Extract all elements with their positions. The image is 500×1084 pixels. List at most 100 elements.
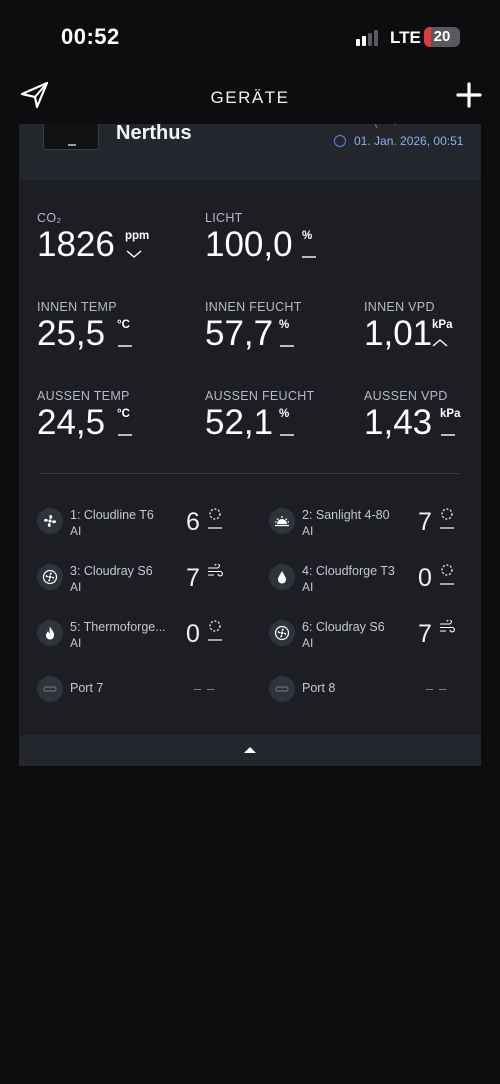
metric-label: CO₂: [37, 211, 62, 225]
metric-value: 25,5: [37, 314, 106, 353]
metric-value: 1,43: [364, 403, 433, 442]
metric-value: 100,0: [205, 225, 293, 264]
port-level: 7: [418, 620, 432, 648]
metric-unit: °C: [117, 319, 130, 331]
metric-unit: kPa: [432, 319, 453, 331]
port-icon-badge: [269, 676, 295, 702]
port-icon-badge: [37, 564, 63, 590]
metric-unit: %: [302, 230, 313, 242]
port-7[interactable]: Port 7 – –: [37, 672, 247, 712]
trend-flat-icon: [118, 345, 132, 347]
battery-icon: 20: [424, 27, 460, 47]
port-4[interactable]: 4: Cloudforge T3 AI 0: [269, 560, 479, 600]
port-name: 4: Cloudforge T3: [302, 564, 395, 578]
metric-value: 1826: [37, 225, 115, 264]
port-name: 6: Cloudray S6: [302, 620, 385, 634]
trend-down-icon: [126, 250, 142, 258]
device-card-header[interactable]: Nerthus 01. Jan. 2026, 00:51: [19, 124, 481, 180]
metric-label: AUSSEN VPD: [364, 389, 448, 403]
port-name: Port 8: [302, 681, 336, 695]
page-title: GERÄTE: [210, 88, 290, 107]
port-level: 7: [418, 508, 432, 536]
port-5[interactable]: 5: Thermoforge... AI 0: [37, 616, 247, 656]
idle-status-icon: [208, 508, 222, 529]
metric-unit: °C: [117, 408, 130, 420]
trend-flat-icon: [280, 434, 294, 436]
trend-flat-icon: [280, 345, 294, 347]
port-icon-badge: [37, 620, 63, 646]
metric-outer-humidity[interactable]: AUSSEN FEUCHT 52,1 %: [205, 389, 315, 442]
port-mode: AI: [302, 580, 314, 594]
device-card[interactable]: Nerthus 01. Jan. 2026, 00:51 CO₂ 1826 pp…: [19, 124, 481, 766]
sunrise-icon: [275, 516, 289, 527]
metric-label: AUSSEN FEUCHT: [205, 389, 315, 403]
metric-light[interactable]: LICHT 100,0 %: [205, 211, 316, 264]
metric-label: INNEN TEMP: [37, 300, 117, 314]
port-name: 5: Thermoforge...: [70, 620, 166, 634]
port-level: 0: [186, 620, 200, 648]
metric-inner-temp[interactable]: INNEN TEMP 25,5 °C: [37, 300, 132, 353]
port-icon-badge: [37, 508, 63, 534]
fan-icon: [274, 625, 290, 641]
port-1[interactable]: 1: Cloudline T6 AI 6: [37, 504, 247, 544]
port-8[interactable]: Port 8 – –: [269, 672, 479, 712]
port-3[interactable]: 3: Cloudray S6 AI 7: [37, 560, 247, 600]
port-empty-value: – –: [426, 681, 448, 696]
port-icon-badge: [37, 676, 63, 702]
sync-status-icon: [334, 135, 346, 147]
port-icon-badge: [269, 620, 295, 646]
metric-inner-vpd[interactable]: INNEN VPD 1,01 kPa: [364, 300, 452, 353]
plus-icon[interactable]: [456, 82, 482, 108]
metric-unit: ppm: [125, 230, 150, 242]
status-time: 00:52: [61, 24, 120, 49]
water-drop-icon: [278, 571, 286, 584]
port-icon-badge: [269, 564, 295, 590]
port-mode: AI: [302, 524, 314, 538]
trend-flat-icon: [441, 434, 455, 436]
port-name: 2: Sanlight 4-80: [302, 508, 390, 522]
port-mode: AI: [70, 636, 82, 650]
port-2[interactable]: 2: Sanlight 4-80 AI 7: [269, 504, 479, 544]
port-empty-value: – –: [194, 681, 216, 696]
port-level: 0: [418, 564, 432, 592]
port-level: 6: [186, 508, 200, 536]
metric-value: 1,01: [364, 314, 433, 353]
metric-unit: %: [279, 319, 290, 331]
port-name: 3: Cloudray S6: [70, 564, 153, 578]
idle-status-icon: [440, 508, 454, 529]
port-level: 7: [186, 564, 200, 592]
metric-label: AUSSEN TEMP: [37, 389, 130, 403]
fan-icon: [42, 569, 58, 585]
port-name: Port 7: [70, 681, 104, 695]
metric-inner-humidity[interactable]: INNEN FEUCHT 57,7 %: [205, 300, 302, 353]
metric-co2[interactable]: CO₂ 1826 ppm: [37, 211, 149, 264]
wind-icon: [440, 620, 455, 633]
plug-icon: [43, 686, 57, 692]
idle-status-icon: [208, 620, 222, 641]
port-mode: AI: [70, 580, 82, 594]
collapse-card-button[interactable]: [19, 735, 481, 766]
wind-icon: [208, 564, 223, 577]
port-name: 1: Cloudline T6: [70, 508, 154, 522]
signal-strength-icon: [356, 30, 382, 46]
metric-outer-vpd[interactable]: AUSSEN VPD 1,43 kPa: [364, 389, 460, 442]
metric-label: LICHT: [205, 211, 243, 225]
flame-icon: [46, 626, 55, 640]
port-6[interactable]: 6: Cloudray S6 AI 7: [269, 616, 479, 656]
metric-unit: %: [279, 408, 290, 420]
metric-outer-temp[interactable]: AUSSEN TEMP 24,5 °C: [37, 389, 132, 442]
connection-icon: [374, 124, 397, 129]
plug-icon: [275, 686, 289, 692]
last-update: 01. Jan. 2026, 00:51: [334, 134, 463, 148]
trend-up-icon: [432, 339, 448, 347]
port-icon-badge: [269, 508, 295, 534]
metric-value: 24,5: [37, 403, 106, 442]
battery-level: 20: [433, 28, 451, 45]
metric-value: 52,1: [205, 403, 274, 442]
status-bar: 00:52 LTE 20: [0, 0, 500, 70]
nav-bar: GERÄTE: [0, 70, 500, 125]
metric-unit: kPa: [440, 408, 461, 420]
metric-label: INNEN FEUCHT: [205, 300, 302, 314]
chevron-up-icon: [244, 747, 256, 753]
fan-icon: [44, 515, 56, 527]
